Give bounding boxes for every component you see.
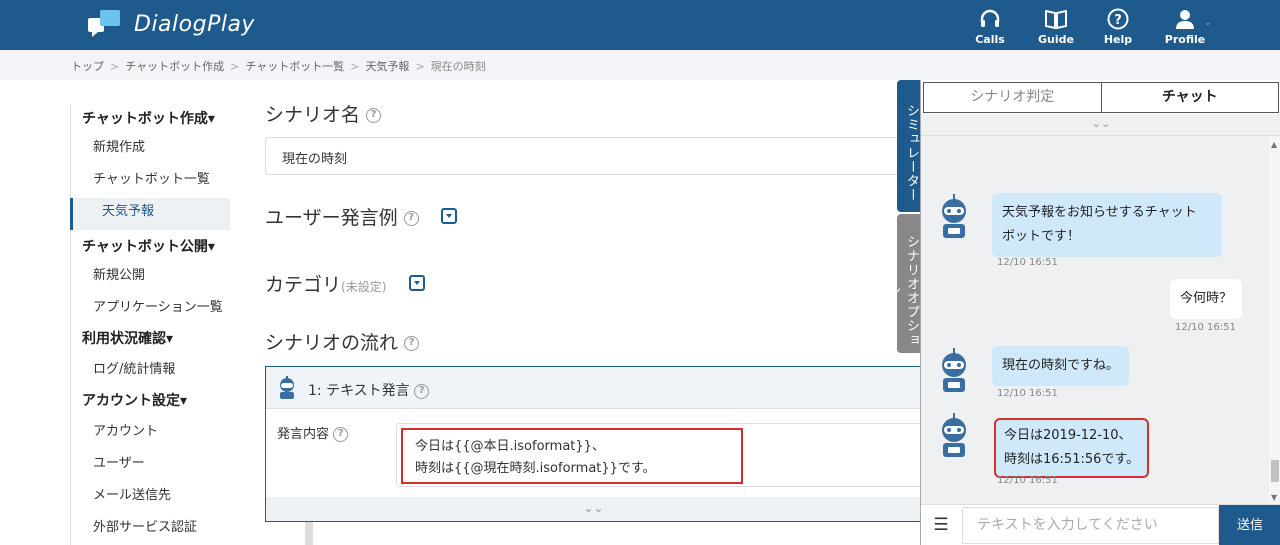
- category-expand-icon[interactable]: [409, 275, 425, 291]
- chevron-down-icon[interactable]: ⌄: [1204, 18, 1212, 28]
- message-timestamp: 12/10 16:51: [997, 388, 1058, 399]
- book-icon: [1045, 9, 1067, 30]
- flow-text-line: 今日は{{@本日.isoformat}}、: [415, 439, 605, 454]
- utterance-textarea[interactable]: 今日は{{@本日.isoformat}}、 時刻は{{@現在時刻.isoform…: [396, 423, 931, 487]
- nav-profile[interactable]: Profile: [1160, 8, 1210, 46]
- sidebar: チャットボット作成▾ 新規作成 チャットボット一覧 天気予報 チャットボット公開…: [70, 104, 230, 545]
- sidebar-item-new[interactable]: 新規作成: [71, 134, 230, 166]
- sidebar-section-usage[interactable]: 利用状況確認▾: [71, 326, 230, 356]
- message-timestamp: 12/10 16:51: [997, 257, 1058, 268]
- flow-collapse-icon[interactable]: ⌄⌄: [266, 497, 921, 521]
- tab-scenario-options[interactable]: シナリオオプション: [885, 214, 921, 353]
- tab-scenario-judge[interactable]: シナリオ判定: [923, 82, 1102, 113]
- scroll-down-icon[interactable]: ▼: [1271, 493, 1277, 502]
- breadcrumb-current: 現在の時刻: [430, 60, 486, 73]
- flow-text-line: 時刻は{{@現在時刻.isoformat}}です。: [415, 461, 656, 476]
- chat-log: 天気予報をお知らせするチャット ボットです！ 12/10 16:51 今何時？ …: [921, 136, 1269, 504]
- headset-icon: [980, 9, 1000, 27]
- breadcrumb-list[interactable]: チャットボット一覧: [245, 60, 344, 73]
- sidebar-item-external-auth[interactable]: 外部サービス認証: [71, 514, 230, 545]
- highlight-box: 今日は{{@本日.isoformat}}、 時刻は{{@現在時刻.isoform…: [401, 428, 743, 484]
- sidebar-item-weather[interactable]: 天気予報: [70, 198, 230, 230]
- nav-profile-label: Profile: [1164, 33, 1206, 46]
- chat-bubble-bot: 現在の時刻ですね。: [992, 346, 1130, 386]
- chat-input-bar: ☰ テキストを入力してください 送信: [921, 504, 1280, 545]
- flow-connector: [305, 522, 313, 545]
- breadcrumb-create[interactable]: チャットボット作成: [125, 60, 224, 73]
- nav-guide-label: Guide: [1038, 33, 1074, 46]
- nav-help-label: Help: [1103, 33, 1133, 46]
- help-icon[interactable]: ?: [366, 108, 382, 123]
- flow-step-title: 1: テキスト発言 ?: [308, 380, 430, 400]
- chat-scrollbar[interactable]: ▲ ▼: [1269, 136, 1280, 504]
- flow-heading: シナリオの流れ ?: [265, 328, 420, 355]
- category-heading: カテゴリ(未設定): [265, 274, 387, 296]
- breadcrumb-bot[interactable]: 天気予報: [365, 60, 409, 73]
- nav-calls-label: Calls: [975, 33, 1005, 46]
- flow-step-card: 1: テキスト発言 ? 発言内容 ? 今日は{{@本日.isoformat}}、…: [265, 366, 931, 522]
- sidebar-item-new-publish[interactable]: 新規公開: [71, 262, 230, 294]
- breadcrumb: トップ > チャットボット作成 > チャットボット一覧 > 天気予報 > 現在の時刻: [0, 50, 1280, 80]
- help-icon[interactable]: ?: [403, 211, 419, 226]
- bot-avatar: [942, 194, 966, 238]
- app-root: DialogPlay Calls Guide ? Help Profile ⌄ …: [0, 0, 1280, 545]
- chat-bubble-bot: 天気予報をお知らせするチャット ボットです！: [992, 193, 1222, 257]
- help-icon[interactable]: ?: [333, 427, 349, 442]
- hamburger-icon[interactable]: ☰: [921, 505, 961, 545]
- tab-simulator[interactable]: シミュレーター: [897, 80, 921, 212]
- chat-input[interactable]: テキストを入力してください: [962, 507, 1219, 544]
- help-icon[interactable]: ?: [414, 383, 430, 399]
- svg-text:?: ?: [1114, 13, 1122, 28]
- sidebar-item-users[interactable]: ユーザー: [71, 450, 230, 482]
- panel-tabs: シナリオ判定 チャット: [923, 82, 1279, 113]
- nav-help[interactable]: ? Help: [1093, 8, 1143, 46]
- sidebar-item-bot-list[interactable]: チャットボット一覧: [71, 166, 230, 198]
- simulator-panel: シナリオ判定 チャット ⌄⌄ 天気予報をお知らせするチャット ボットです！ 12…: [920, 80, 1280, 545]
- nav-calls[interactable]: Calls: [965, 8, 1015, 46]
- sidebar-item-logs[interactable]: ログ/統計情報: [71, 356, 230, 388]
- sidebar-section-account[interactable]: アカウント設定▾: [71, 388, 230, 418]
- tab-chat[interactable]: チャット: [1101, 82, 1279, 113]
- sidebar-item-account[interactable]: アカウント: [71, 418, 230, 450]
- breadcrumb-top[interactable]: トップ: [71, 60, 104, 73]
- sidebar-section-publish[interactable]: チャットボット公開▾: [71, 230, 230, 262]
- bot-avatar: [942, 348, 966, 392]
- utterance-expand-icon[interactable]: [441, 208, 457, 224]
- collapse-icon[interactable]: ⌄⌄: [921, 114, 1280, 136]
- bot-avatar: [942, 413, 966, 457]
- chat-bubble-user: 今何時？: [1170, 279, 1243, 319]
- sidebar-section-create[interactable]: チャットボット作成▾: [71, 104, 230, 134]
- person-icon: [1176, 10, 1194, 29]
- scenario-name-input[interactable]: 現在の時刻: [265, 137, 905, 175]
- send-button[interactable]: 送信: [1219, 505, 1280, 545]
- scroll-thumb[interactable]: [1271, 460, 1279, 482]
- logo[interactable]: DialogPlay: [88, 10, 255, 38]
- app-title: DialogPlay: [134, 11, 255, 37]
- message-timestamp: 12/10 16:51: [997, 475, 1058, 486]
- flow-field-label: 発言内容 ?: [277, 423, 349, 442]
- logo-icon: [88, 10, 120, 37]
- nav-guide[interactable]: Guide: [1031, 8, 1081, 46]
- scenario-name-heading: シナリオ名 ?: [265, 100, 382, 127]
- question-icon: ?: [1107, 8, 1129, 30]
- robot-icon: [280, 376, 294, 399]
- help-icon[interactable]: ?: [404, 336, 420, 351]
- utterance-heading: ユーザー発言例 ?: [265, 203, 419, 230]
- flow-step-header[interactable]: 1: テキスト発言 ?: [266, 367, 920, 409]
- sidebar-item-app-list[interactable]: アプリケーション一覧: [71, 294, 230, 326]
- top-bar: DialogPlay Calls Guide ? Help Profile ⌄: [0, 0, 1280, 50]
- chat-bubble-bot-highlighted: 今日は2019-12-10、 時刻は16:51:56です。: [994, 418, 1150, 478]
- message-timestamp: 12/10 16:51: [1175, 322, 1236, 333]
- scroll-up-icon[interactable]: ▲: [1271, 140, 1277, 149]
- sidebar-item-mail[interactable]: メール送信先: [71, 482, 230, 514]
